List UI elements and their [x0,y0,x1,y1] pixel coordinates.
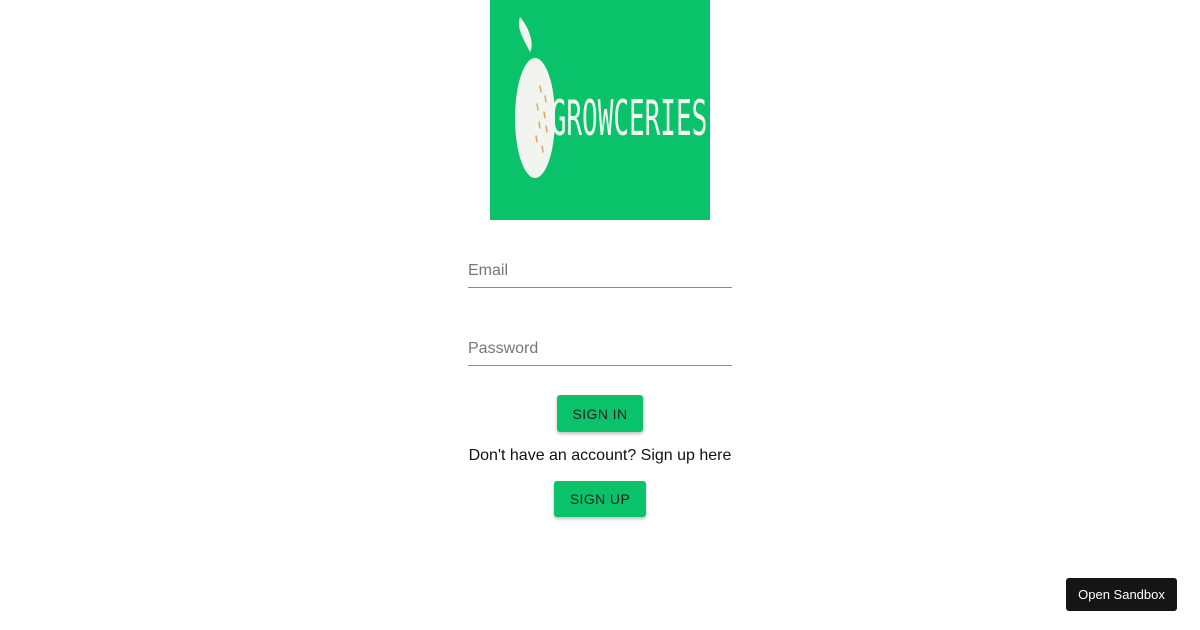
open-sandbox-button[interactable]: Open Sandbox [1066,578,1177,611]
logo-wordmark-text: GROWCERIES [550,91,708,149]
email-input[interactable] [468,255,732,287]
logo-wordmark: GROWCERIES [551,88,708,152]
sign-in-button[interactable]: SIGN IN [557,395,643,432]
login-page: GROWCERIES SIGN IN Don't have an account… [0,0,1200,630]
growceries-logo: GROWCERIES [490,0,710,220]
sign-up-button[interactable]: SIGN UP [554,481,646,517]
password-input[interactable] [468,333,732,365]
signup-prompt: Don't have an account? Sign up here [468,447,732,464]
password-field[interactable] [468,333,732,366]
email-field[interactable] [468,255,732,288]
